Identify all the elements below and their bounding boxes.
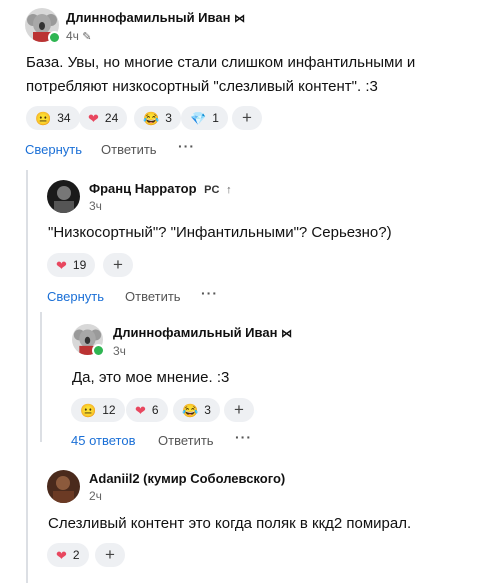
comment-author[interactable]: Длиннофамильный Иван ⋈ bbox=[113, 325, 292, 340]
reaction-count: 24 bbox=[104, 111, 119, 125]
comment-text: Слезливый контент это когда поляк в ккд2… bbox=[48, 515, 412, 532]
heart-icon: ❤ bbox=[56, 547, 67, 563]
add-reaction-button[interactable]: + bbox=[232, 106, 262, 130]
thread-line bbox=[40, 312, 42, 442]
reply-button[interactable]: Ответить bbox=[125, 289, 181, 304]
plus-icon: + bbox=[113, 255, 123, 274]
avatar[interactable] bbox=[25, 8, 61, 44]
comment-author[interactable]: Франц Нарратор PC ↑ bbox=[89, 181, 232, 196]
reaction-neutral[interactable]: 😐 12 bbox=[71, 398, 125, 422]
reaction-count: 34 bbox=[57, 111, 71, 125]
more-dots-icon[interactable]: ··· bbox=[201, 285, 218, 301]
collapse-button[interactable]: Свернуть bbox=[25, 142, 82, 157]
portrait-avatar-icon bbox=[47, 180, 80, 213]
reaction-count: 3 bbox=[165, 111, 172, 125]
reaction-laugh[interactable]: 😂 3 bbox=[173, 398, 220, 422]
thread-line bbox=[26, 170, 28, 583]
pc-badge: PC bbox=[204, 184, 220, 196]
timestamp: 3ч bbox=[89, 199, 102, 213]
laughing-face-icon: 😂 bbox=[182, 402, 199, 418]
comment-time: 4ч ✎ bbox=[66, 29, 92, 43]
laughing-face-icon: 😂 bbox=[143, 110, 160, 126]
reaction-count: 12 bbox=[102, 403, 116, 417]
timestamp: 3ч bbox=[113, 344, 126, 358]
diamond-icon: 💎 bbox=[190, 110, 207, 126]
reaction-heart[interactable]: ❤ 24 bbox=[79, 106, 128, 130]
neutral-face-icon: 😐 bbox=[80, 402, 97, 418]
reaction-laugh[interactable]: 😂 3 bbox=[134, 106, 181, 130]
bowtie-icon: ⋈ bbox=[281, 328, 293, 340]
comment-author[interactable]: Adaniil2 (кумир Соболевского) bbox=[89, 471, 285, 486]
add-reaction-button[interactable]: + bbox=[95, 543, 125, 567]
pencil-icon: ✎ bbox=[82, 31, 92, 43]
reaction-heart[interactable]: ❤ 6 bbox=[126, 398, 168, 422]
heart-icon: ❤ bbox=[88, 110, 99, 126]
timestamp: 2ч bbox=[89, 489, 102, 503]
timestamp: 4ч bbox=[66, 29, 79, 43]
reaction-diamond[interactable]: 💎 1 bbox=[181, 106, 228, 130]
heart-icon: ❤ bbox=[56, 257, 67, 273]
plus-icon: + bbox=[242, 108, 252, 127]
more-dots-icon[interactable]: ··· bbox=[178, 138, 195, 154]
avatar[interactable] bbox=[47, 470, 80, 503]
comment-text: "Низкосортный"? "Инфантильными"? Серьезн… bbox=[48, 224, 392, 241]
heart-icon: ❤ bbox=[135, 402, 146, 418]
author-name: Длиннофамильный Иван bbox=[66, 10, 231, 25]
show-replies-button[interactable]: 45 ответов bbox=[71, 433, 135, 448]
reaction-heart[interactable]: ❤ 2 bbox=[47, 543, 89, 567]
bowtie-icon: ⋈ bbox=[234, 13, 246, 25]
comment-text: Да, это мое мнение. :3 bbox=[72, 369, 230, 386]
author-name: Длиннофамильный Иван bbox=[113, 325, 278, 340]
reaction-count: 3 bbox=[204, 403, 211, 417]
neutral-face-icon: 😐 bbox=[35, 110, 52, 126]
reaction-count: 1 bbox=[212, 111, 219, 125]
reaction-count: 19 bbox=[72, 258, 87, 272]
comment-text: База. Увы, но многие стали слишком инфан… bbox=[26, 54, 416, 95]
reply-button[interactable]: Ответить bbox=[101, 142, 157, 157]
arrow-up-icon: ↑ bbox=[226, 184, 232, 196]
add-reaction-button[interactable]: + bbox=[103, 253, 133, 277]
plus-icon: + bbox=[234, 400, 244, 419]
reply-button[interactable]: Ответить bbox=[158, 433, 214, 448]
reaction-neutral[interactable]: 😐 34 bbox=[26, 106, 80, 130]
plus-icon: + bbox=[105, 545, 115, 564]
online-indicator bbox=[92, 344, 105, 357]
collapse-button[interactable]: Свернуть bbox=[47, 289, 104, 304]
add-reaction-button[interactable]: + bbox=[224, 398, 254, 422]
more-dots-icon[interactable]: ··· bbox=[235, 429, 252, 445]
reaction-heart[interactable]: ❤ 19 bbox=[47, 253, 96, 277]
avatar[interactable] bbox=[72, 324, 105, 357]
reaction-count: 2 bbox=[72, 548, 80, 562]
comment-author[interactable]: Длиннофамильный Иван ⋈ bbox=[66, 10, 245, 25]
online-indicator bbox=[48, 31, 61, 44]
author-name: Франц Нарратор bbox=[89, 181, 197, 196]
portrait-avatar-icon bbox=[47, 470, 80, 503]
reaction-count: 6 bbox=[151, 403, 159, 417]
avatar[interactable] bbox=[47, 180, 80, 213]
